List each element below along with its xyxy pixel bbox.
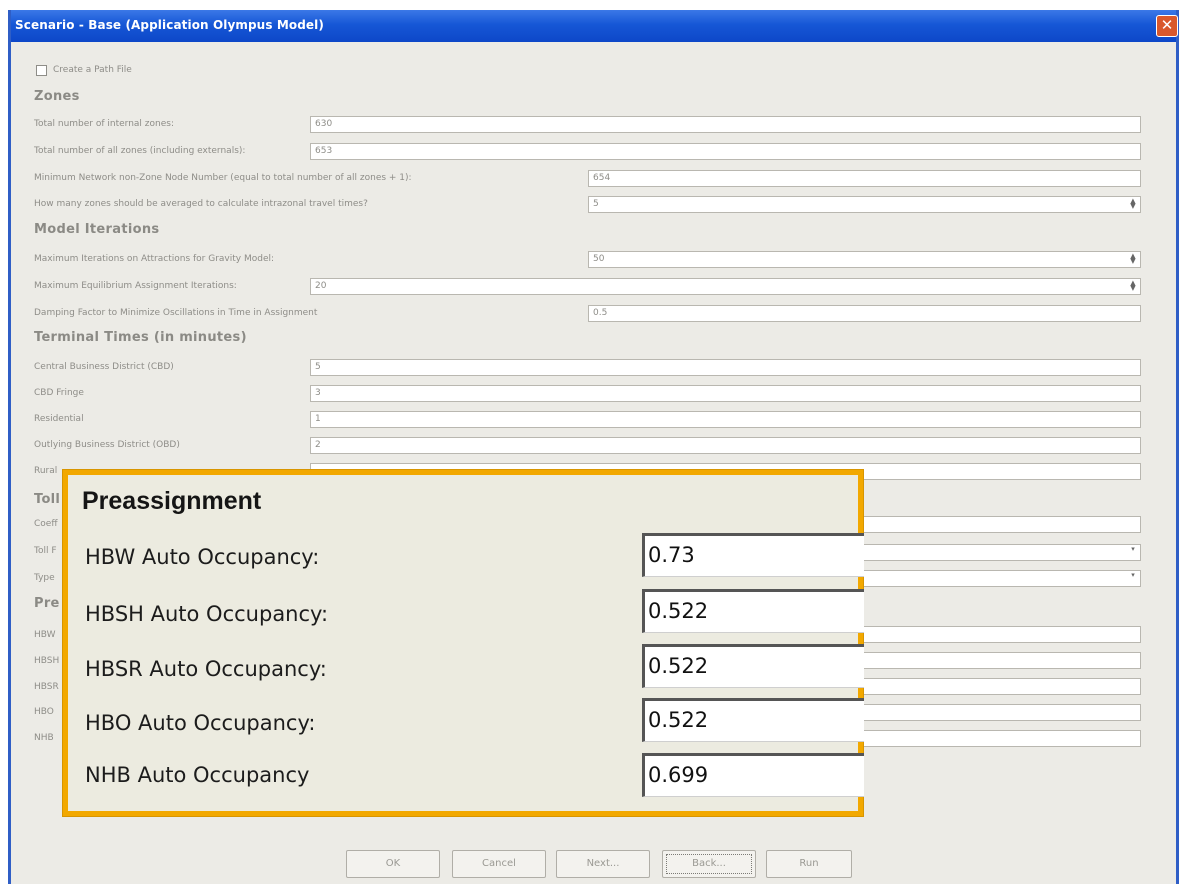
gravity-iterations-label: Maximum Iterations on Attractions for Gr… [34, 254, 275, 264]
hbsr-bg-label: HBSR [34, 682, 59, 692]
spin-arrows-icon[interactable]: ▲ ▼ [1128, 280, 1138, 292]
gravity-iterations-stepper[interactable]: 50 ▲ ▼ [588, 251, 1141, 268]
obd-input[interactable]: 2 [310, 437, 1141, 454]
hbw-auto-occupancy-input[interactable]: 0.73 [642, 533, 864, 577]
obd-label: Outlying Business District (OBD) [34, 440, 180, 450]
all-zones-label: Total number of all zones (including ext… [34, 146, 246, 156]
toll-heading: Toll [34, 492, 61, 507]
preassignment-callout: Preassignment HBW Auto Occupancy: 0.73 H… [63, 470, 864, 816]
hbo-auto-occupancy-label: HBO Auto Occupancy: [85, 711, 316, 735]
next-button[interactable]: Next... [556, 850, 650, 878]
coefficient-input[interactable] [860, 516, 1141, 533]
hbsh-auto-occupancy-input[interactable]: 0.522 [642, 589, 864, 633]
damping-factor-input[interactable]: 0.5 [588, 305, 1141, 322]
back-button[interactable]: Back... [662, 850, 756, 878]
damping-factor-label: Damping Factor to Minimize Oscillations … [34, 308, 318, 318]
type-label: Type [34, 573, 55, 583]
toll-factor-label: Toll F [34, 546, 57, 556]
hbw-bg-label: HBW [34, 630, 56, 640]
intrazonal-avg-stepper[interactable]: 5 ▲ ▼ [588, 196, 1141, 213]
nhb-bg-input[interactable] [860, 730, 1141, 747]
equilibrium-iterations-stepper[interactable]: 20 ▲ ▼ [310, 278, 1141, 295]
internal-zones-label: Total number of internal zones: [34, 119, 174, 129]
hbo-bg-input[interactable] [860, 704, 1141, 721]
equilibrium-iterations-label: Maximum Equilibrium Assignment Iteration… [34, 281, 237, 291]
min-node-input[interactable]: 654 [588, 170, 1141, 187]
nhb-auto-occupancy-label: NHB Auto Occupancy [85, 763, 310, 787]
toll-factor-dropdown[interactable]: ▾ [860, 544, 1141, 561]
hbsr-auto-occupancy-label: HBSR Auto Occupancy: [85, 657, 327, 681]
dialog-content: Create a Path File Zones Total number of… [0, 0, 1179, 884]
gravity-iterations-value: 50 [593, 254, 605, 264]
cbd-input[interactable]: 5 [310, 359, 1141, 376]
hbw-bg-input[interactable] [860, 626, 1141, 643]
equilibrium-iterations-value: 20 [315, 281, 327, 291]
internal-zones-input[interactable]: 630 [310, 116, 1141, 133]
zones-heading: Zones [34, 89, 80, 104]
cancel-button[interactable]: Cancel [452, 850, 546, 878]
run-button[interactable]: Run [766, 850, 852, 878]
nhb-bg-label: NHB [34, 733, 54, 743]
cbd-label: Central Business District (CBD) [34, 362, 174, 372]
type-dropdown[interactable]: ▾ [860, 570, 1141, 587]
hbsr-bg-input[interactable] [860, 678, 1141, 695]
spin-arrows-icon[interactable]: ▲ ▼ [1128, 253, 1138, 265]
hbsh-auto-occupancy-label: HBSH Auto Occupancy: [85, 602, 329, 626]
intrazonal-avg-label: How many zones should be averaged to cal… [34, 199, 368, 209]
hbo-bg-label: HBO [34, 707, 54, 717]
ok-button[interactable]: OK [346, 850, 440, 878]
chevron-down-icon[interactable]: ▾ [1128, 572, 1138, 584]
all-zones-input[interactable]: 653 [310, 143, 1141, 160]
create-path-file-checkbox[interactable] [36, 65, 47, 76]
residential-input[interactable]: 1 [310, 411, 1141, 428]
intrazonal-avg-value: 5 [593, 199, 599, 209]
cbd-fringe-input[interactable]: 3 [310, 385, 1141, 402]
min-node-label: Minimum Network non-Zone Node Number (eq… [34, 173, 412, 183]
model-iterations-heading: Model Iterations [34, 222, 160, 237]
coefficient-label: Coeff [34, 519, 58, 529]
residential-label: Residential [34, 414, 84, 424]
cbd-fringe-label: CBD Fringe [34, 388, 84, 398]
hbo-auto-occupancy-input[interactable]: 0.522 [642, 698, 864, 742]
chevron-down-icon[interactable]: ▾ [1128, 546, 1138, 558]
rural-label: Rural [34, 466, 58, 476]
hbw-auto-occupancy-label: HBW Auto Occupancy: [85, 545, 320, 569]
hbsh-bg-input[interactable] [860, 652, 1141, 669]
spin-arrows-icon[interactable]: ▲ ▼ [1128, 198, 1138, 210]
hbsr-auto-occupancy-input[interactable]: 0.522 [642, 644, 864, 688]
preassignment-bg-heading: Pre [34, 596, 60, 611]
preassignment-heading: Preassignment [82, 487, 262, 515]
create-path-file-label: Create a Path File [53, 65, 132, 75]
nhb-auto-occupancy-input[interactable]: 0.699 [642, 753, 864, 797]
terminal-times-heading: Terminal Times (in minutes) [34, 330, 247, 345]
hbsh-bg-label: HBSH [34, 656, 60, 666]
